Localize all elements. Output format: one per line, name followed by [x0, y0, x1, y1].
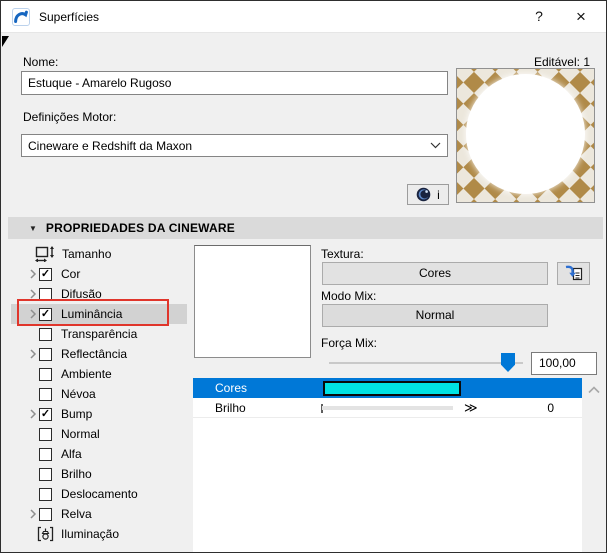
cineware-section-header[interactable]: ▼ PROPRIEDADES DA CINEWARE	[8, 217, 603, 239]
tree-item-label: Cor	[61, 267, 80, 281]
tree-item-label: Alfa	[61, 447, 82, 461]
mix-strength-slider-track[interactable]	[329, 362, 523, 364]
brilho-slider-track[interactable]	[322, 406, 453, 410]
annotation-highlight-box	[17, 299, 169, 326]
engine-dropdown-value: Cineware e Redshift da Maxon	[28, 139, 430, 153]
lighting-icon	[37, 526, 54, 542]
brilho-value[interactable]: 0	[547, 398, 554, 418]
texture-cores-button[interactable]: Cores	[322, 262, 548, 285]
checkbox-bump[interactable]: ✓	[39, 408, 52, 421]
tree-item-normal[interactable]: Normal	[11, 424, 187, 444]
tree-item-nevoa[interactable]: Névoa	[11, 384, 187, 404]
size-icon	[35, 246, 55, 262]
tree-item-bump[interactable]: ✓ Bump	[11, 404, 187, 424]
title-bar: Superfícies ? ×	[1, 1, 606, 33]
archicad-logo-icon	[12, 8, 30, 26]
checkbox-brilho[interactable]	[39, 468, 52, 481]
tree-item-label: Reflectância	[61, 347, 127, 361]
load-texture-button[interactable]	[557, 262, 590, 285]
checkbox-transparencia[interactable]	[39, 328, 52, 341]
mix-mode-label: Modo Mix:	[321, 289, 376, 303]
preview-sphere	[466, 74, 585, 194]
tree-item-cor[interactable]: ✓ Cor	[11, 264, 187, 284]
tree-item-label: Tamanho	[62, 247, 111, 261]
checkbox-deslocamento[interactable]	[39, 488, 52, 501]
cinema4d-icon	[416, 187, 431, 202]
mix-mode-normal-button[interactable]: Normal	[322, 304, 548, 327]
tree-item-ambiente[interactable]: Ambiente	[11, 364, 187, 384]
color-swatch[interactable]	[323, 381, 461, 396]
surfaces-dialog: Superfícies ? × Nome: Editável: 1 Estuqu…	[0, 0, 607, 553]
section-title: PROPRIEDADES DA CINEWARE	[46, 221, 235, 235]
checkbox-relva[interactable]	[39, 508, 52, 521]
tree-item-label: Iluminação	[61, 527, 119, 541]
editable-count: Editável: 1	[534, 55, 590, 69]
chevron-right-icon[interactable]	[27, 408, 39, 420]
engine-dropdown[interactable]: Cineware e Redshift da Maxon	[21, 134, 448, 157]
info-glyph: i	[437, 188, 440, 202]
texture-label: Textura:	[321, 247, 364, 261]
tree-item-label: Deslocamento	[61, 487, 138, 501]
tree-item-label: Bump	[61, 407, 92, 421]
tree-item-tamanho[interactable]: Tamanho	[11, 244, 187, 264]
slider-expand-icon[interactable]: ≫	[464, 398, 478, 418]
checkbox-alfa[interactable]	[39, 448, 52, 461]
window-title: Superfícies	[39, 10, 99, 24]
chevron-down-icon	[430, 142, 441, 149]
chevron-right-icon[interactable]	[27, 268, 39, 280]
tree-item-deslocamento[interactable]: Deslocamento	[11, 484, 187, 504]
tree-item-transparencia[interactable]: Transparência	[11, 324, 187, 344]
mix-strength-slider-thumb[interactable]	[501, 353, 515, 372]
table-scrollbar[interactable]	[582, 378, 605, 553]
material-render-preview	[456, 68, 595, 203]
channel-row-brilho[interactable]: Brilho ≫ 0	[193, 398, 582, 418]
mix-strength-value-field[interactable]: 100,00	[531, 352, 597, 375]
surface-name-input[interactable]: Estuque - Amarelo Rugoso	[21, 71, 448, 95]
tree-item-label: Brilho	[61, 467, 92, 481]
tree-item-alfa[interactable]: Alfa	[11, 444, 187, 464]
help-button[interactable]: ?	[518, 1, 560, 32]
tree-item-label: Névoa	[61, 387, 96, 401]
checkbox-ambiente[interactable]	[39, 368, 52, 381]
tree-item-iluminacao[interactable]: Iluminação	[11, 524, 187, 544]
mix-strength-label: Força Mix:	[321, 336, 377, 350]
panel-collapse-marker[interactable]	[2, 36, 9, 47]
tree-item-label: Normal	[61, 427, 100, 441]
channel-row-label: Brilho	[215, 398, 246, 418]
scroll-up-icon[interactable]	[588, 386, 600, 394]
checkbox-normal[interactable]	[39, 428, 52, 441]
cinema4d-info-button[interactable]: i	[407, 184, 449, 205]
tree-item-label: Relva	[61, 507, 92, 521]
tree-item-reflectancia[interactable]: Reflectância	[11, 344, 187, 364]
checkbox-nevoa[interactable]	[39, 388, 52, 401]
channel-table: Cores Brilho ≫ 0	[193, 378, 582, 553]
tree-item-relva[interactable]: Relva	[11, 504, 187, 524]
close-button[interactable]: ×	[560, 1, 602, 32]
channel-preview-box	[194, 245, 311, 358]
channel-row-cores[interactable]: Cores	[193, 378, 582, 398]
chevron-right-icon[interactable]	[27, 348, 39, 360]
channel-row-label: Cores	[215, 378, 247, 398]
checkbox-reflectancia[interactable]	[39, 348, 52, 361]
load-document-icon	[564, 265, 584, 282]
name-label: Nome:	[23, 55, 58, 69]
tree-item-label: Transparência	[61, 327, 137, 341]
tree-item-brilho[interactable]: Brilho	[11, 464, 187, 484]
chevron-right-icon[interactable]	[27, 508, 39, 520]
engine-label: Definições Motor:	[23, 110, 116, 124]
collapse-triangle-icon: ▼	[29, 224, 37, 233]
checkbox-cor[interactable]: ✓	[39, 268, 52, 281]
tree-item-label: Ambiente	[61, 367, 112, 381]
